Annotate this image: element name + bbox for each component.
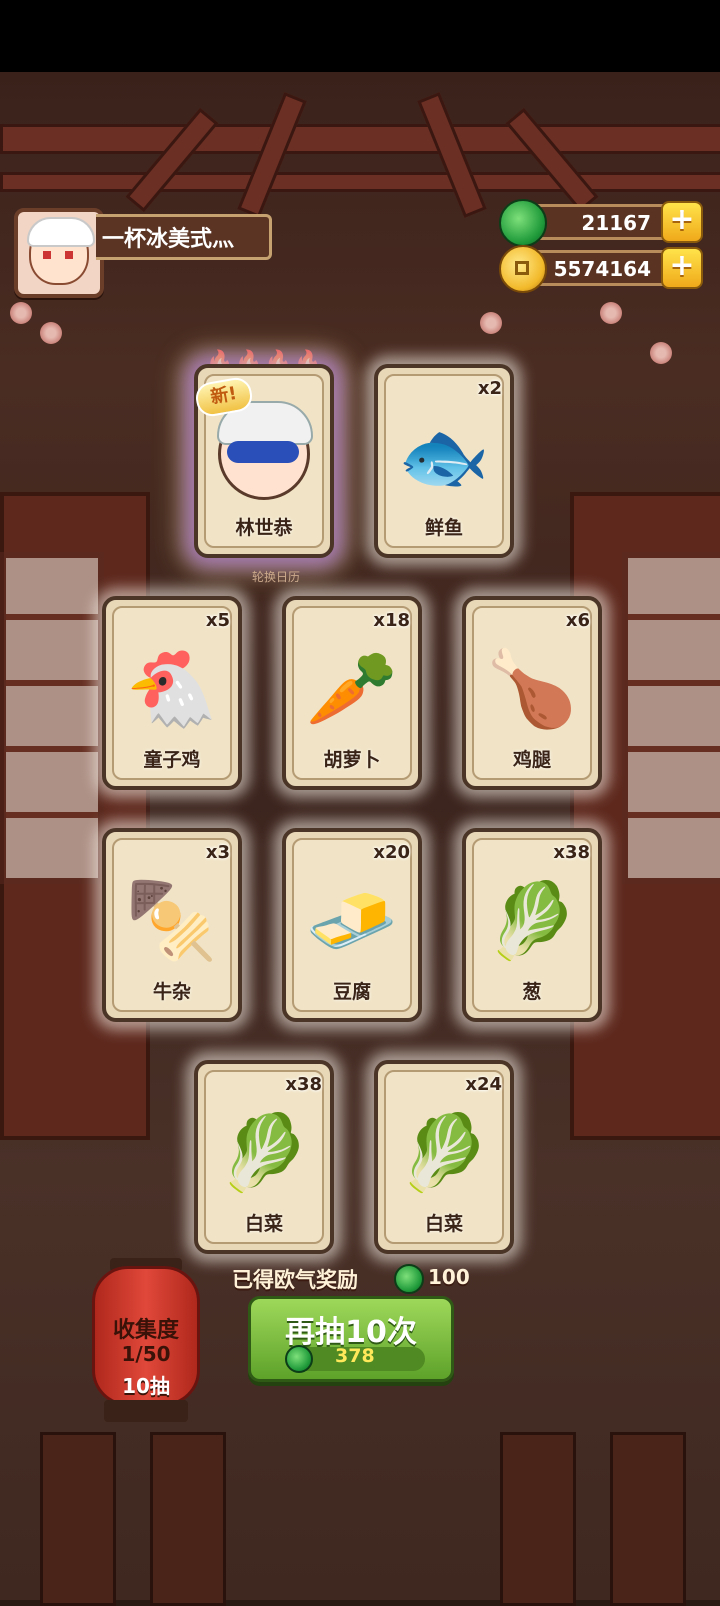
roof-rafter <box>237 92 307 218</box>
carrot-icon: 🥕 <box>305 646 399 733</box>
card-count: x38 <box>285 1074 322 1095</box>
blossom <box>650 342 672 364</box>
item-card[interactable]: 🥬 x24 白菜 <box>374 1060 514 1254</box>
item-card[interactable]: 🥬 x38 白菜 <box>194 1060 334 1254</box>
draw-again-button[interactable]: 再抽10次 378 <box>248 1296 454 1382</box>
item-card[interactable]: 🍗 x6 鸡腿 <box>462 596 602 790</box>
railing-post <box>40 1432 116 1606</box>
collection-title: 收集度 <box>112 1318 179 1343</box>
blossom <box>10 302 32 324</box>
card-label: 童子鸡 <box>143 749 201 771</box>
card-label: 鲜鱼 <box>424 517 463 539</box>
blossom <box>40 322 62 344</box>
blossom <box>480 312 502 334</box>
reward-label: 已得欧气奖励 <box>232 1268 358 1292</box>
card-label: 林世恭 <box>235 517 293 539</box>
beef-tripe-icon: 🍢 <box>125 878 219 965</box>
rotation-sign: 轮换日历 <box>252 570 301 584</box>
jade-currency: 21167 + <box>499 199 703 247</box>
status-bar <box>0 0 720 72</box>
railing-post <box>500 1432 576 1606</box>
jade-icon <box>499 199 547 247</box>
roof-beam <box>0 172 720 192</box>
railing-post <box>150 1432 226 1606</box>
card-count: x20 <box>373 842 410 863</box>
card-count: x5 <box>205 610 230 631</box>
jade-icon <box>394 1264 424 1294</box>
card-count: x24 <box>465 1074 502 1095</box>
card-count: x6 <box>565 610 590 631</box>
card-label: 豆腐 <box>332 981 371 1003</box>
card-count: x3 <box>205 842 230 863</box>
roof-rafter <box>417 92 487 218</box>
gold-value: 5574164 <box>553 257 651 281</box>
drumstick-icon: 🍗 <box>485 646 579 733</box>
collection-progress: 1/50 <box>121 1342 171 1366</box>
tofu-icon: 🧈 <box>305 878 399 965</box>
coin-icon <box>499 245 547 293</box>
item-card[interactable]: 🐔 x5 童子鸡 <box>102 596 242 790</box>
scallion-icon: 🥬 <box>485 878 579 965</box>
draw-cost: 378 <box>335 1345 375 1367</box>
reward-value: 100 <box>428 1265 470 1289</box>
card-label: 胡萝卜 <box>323 749 381 771</box>
fish-icon: 🐟 <box>397 414 491 501</box>
gold-currency: 5574164 + <box>499 245 703 293</box>
right-window <box>622 552 720 884</box>
player-avatar[interactable] <box>14 208 104 298</box>
avatar-face <box>27 217 95 285</box>
add-jade-button[interactable]: + <box>661 201 703 243</box>
cabbage-icon: 🥬 <box>397 1110 491 1197</box>
railing-post <box>610 1432 686 1606</box>
cabbage-icon: 🥬 <box>217 1110 311 1197</box>
hero-portrait <box>217 400 313 500</box>
jade-value: 21167 <box>581 211 651 235</box>
card-label: 白菜 <box>244 1213 283 1235</box>
item-card[interactable]: 🥕 x18 胡萝卜 <box>282 596 422 790</box>
roof-beam <box>0 124 720 154</box>
lantern-base <box>104 1400 188 1422</box>
left-window <box>0 552 104 884</box>
card-count: x18 <box>373 610 410 631</box>
item-card[interactable]: 🐟 x2 鲜鱼 <box>374 364 514 558</box>
card-label: 葱 <box>522 981 542 1003</box>
card-label: 白菜 <box>424 1213 463 1235</box>
player-name: 一杯冰美式灬 <box>96 214 272 260</box>
chicken-icon: 🐔 <box>125 646 219 733</box>
item-card[interactable]: 🥬 x38 葱 <box>462 828 602 1022</box>
card-count: x2 <box>477 378 502 399</box>
card-count: x38 <box>553 842 590 863</box>
card-label: 鸡腿 <box>512 749 551 771</box>
item-card[interactable]: 🧈 x20 豆腐 <box>282 828 422 1022</box>
add-gold-button[interactable]: + <box>661 247 703 289</box>
card-label: 牛杂 <box>152 981 191 1003</box>
jade-icon <box>285 1345 313 1373</box>
collection-draws: 10抽 <box>122 1374 170 1398</box>
item-card[interactable]: 🍢 x3 牛杂 <box>102 828 242 1022</box>
blossom <box>600 302 622 324</box>
